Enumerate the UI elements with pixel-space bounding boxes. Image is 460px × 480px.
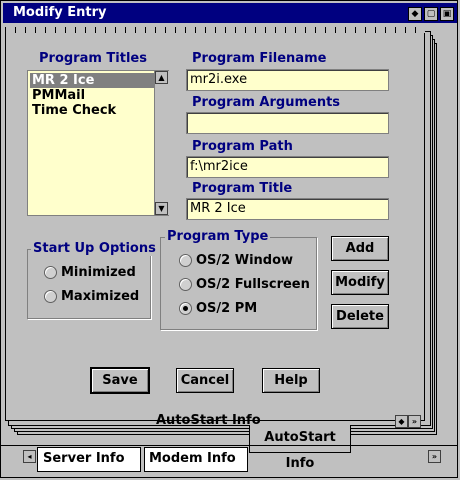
minimized-radio[interactable] <box>44 266 57 279</box>
os2-pm-label[interactable]: OS/2 PM <box>196 301 257 316</box>
program-path-label: Program Path <box>190 139 295 154</box>
help-button[interactable]: Help <box>262 368 320 393</box>
program-titles-label: Program Titles <box>37 51 149 66</box>
tab-server-info[interactable]: Server Info <box>37 447 141 472</box>
page-forward-icon[interactable]: » <box>408 415 421 428</box>
cancel-button[interactable]: Cancel <box>176 368 234 393</box>
list-item[interactable]: MR 2 Ice <box>30 73 156 88</box>
minimized-label[interactable]: Minimized <box>61 265 136 280</box>
maximized-label[interactable]: Maximized <box>61 289 139 304</box>
minimize-icon[interactable]: ▢ <box>424 7 438 21</box>
os2-fullscreen-label[interactable]: OS/2 Fullscreen <box>196 277 310 292</box>
title-bar[interactable]: Modify Entry ◆ ▢ ▣ <box>3 3 457 23</box>
maximize-icon[interactable]: ▣ <box>440 7 454 21</box>
program-title-label: Program Title <box>190 181 295 196</box>
scroll-down-icon[interactable]: ▼ <box>155 202 168 215</box>
delete-button[interactable]: Delete <box>331 304 389 329</box>
add-button[interactable]: Add <box>331 236 389 261</box>
save-button[interactable]: Save <box>90 367 150 394</box>
list-scrollbar[interactable]: ▲ ▼ <box>154 71 169 215</box>
program-title-field[interactable]: MR 2 Ice <box>186 198 389 220</box>
hide-icon[interactable]: ◆ <box>408 7 422 21</box>
program-filename-field[interactable]: mr2i.exe <box>186 69 389 91</box>
tab-modem-info[interactable]: Modem Info <box>144 447 248 472</box>
os2-pm-radio[interactable] <box>179 302 192 315</box>
notebook-status-text: AutoStart Info <box>156 413 261 428</box>
program-arguments-label: Program Arguments <box>190 95 343 110</box>
tab-autostart-info[interactable]: AutoStart Info <box>249 425 351 471</box>
list-item[interactable]: PMMail <box>30 88 156 103</box>
program-type-label: Program Type <box>165 229 271 244</box>
tab-scroll-left-icon[interactable]: ◂ <box>23 450 36 463</box>
tab-scroll-right-icon[interactable]: » <box>428 450 441 463</box>
os2-window-radio[interactable] <box>179 254 192 267</box>
page-back-icon[interactable]: ◆ <box>395 415 408 428</box>
modify-entry-window: Modify Entry ◆ ▢ ▣ Program Titles MR 2 I… <box>0 0 458 478</box>
maximized-radio[interactable] <box>44 290 57 303</box>
os2-fullscreen-radio[interactable] <box>179 278 192 291</box>
program-path-field[interactable]: f:\mr2ice <box>186 156 389 178</box>
window-title: Modify Entry <box>13 5 107 20</box>
tab-strip-divider <box>1 445 457 446</box>
program-arguments-field[interactable] <box>186 112 389 134</box>
program-titles-listbox[interactable]: MR 2 Ice PMMail Time Check ▲ ▼ <box>27 70 169 216</box>
scroll-up-icon[interactable]: ▲ <box>155 71 168 84</box>
os2-window-label[interactable]: OS/2 Window <box>196 253 293 268</box>
list-item[interactable]: Time Check <box>30 103 156 118</box>
start-up-options-label: Start Up Options <box>31 241 158 256</box>
start-up-options-group <box>27 249 151 319</box>
program-filename-label: Program Filename <box>190 51 329 66</box>
modify-button[interactable]: Modify <box>331 270 389 295</box>
spiral-binding <box>5 27 425 33</box>
